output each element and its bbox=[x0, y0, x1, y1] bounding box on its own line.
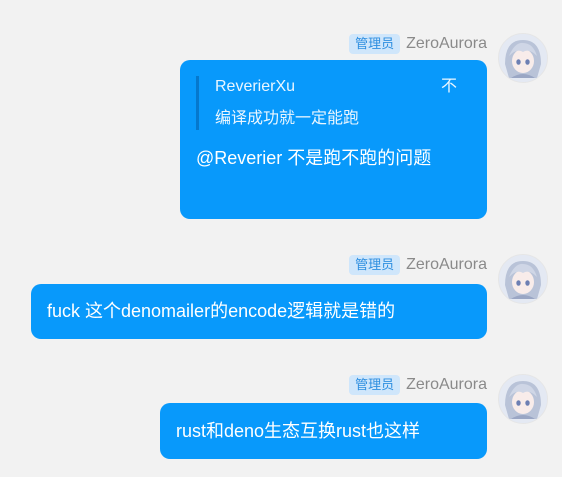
reply-quote[interactable]: ReverierXu 不 编译成功就一定能跑 bbox=[196, 76, 471, 130]
reply-header: ReverierXu 不 bbox=[215, 76, 471, 98]
reply-text: 编译成功就一定能跑 bbox=[215, 110, 360, 127]
reply-preview-tail: 不 bbox=[440, 78, 457, 95]
message-bubble[interactable]: rust和deno生态互换rust也这样 bbox=[160, 403, 487, 459]
anime-avatar-icon bbox=[499, 375, 547, 423]
message-bubble[interactable]: ReverierXu 不 编译成功就一定能跑 @Reverier 不是跑不跑的问… bbox=[180, 60, 487, 219]
sender-line: 管理员 ZeroAurora bbox=[349, 254, 487, 276]
anime-avatar-icon bbox=[499, 255, 547, 303]
reply-author: ReverierXu bbox=[215, 78, 296, 95]
message-item: 管理员 ZeroAurora rust和deno生态互换rust也这样 bbox=[0, 374, 562, 464]
avatar[interactable] bbox=[498, 254, 548, 304]
avatar[interactable] bbox=[498, 374, 548, 424]
sender-name[interactable]: ZeroAurora bbox=[406, 376, 487, 394]
sender-name[interactable]: ZeroAurora bbox=[406, 35, 487, 53]
chat-view: 管理员 ZeroAurora ReverierXu 不 编译成功就一定能跑 @R… bbox=[0, 0, 562, 477]
message-item: 管理员 ZeroAurora ReverierXu 不 编译成功就一定能跑 @R… bbox=[0, 33, 562, 223]
admin-badge: 管理员 bbox=[349, 34, 401, 54]
avatar[interactable] bbox=[498, 33, 548, 83]
admin-badge: 管理员 bbox=[349, 375, 401, 395]
sender-line: 管理员 ZeroAurora bbox=[349, 374, 487, 396]
admin-badge: 管理员 bbox=[349, 255, 401, 275]
message-text: @Reverier 不是跑不跑的问题 bbox=[196, 148, 432, 168]
sender-name[interactable]: ZeroAurora bbox=[406, 256, 487, 274]
anime-avatar-icon bbox=[499, 34, 547, 82]
message-text: fuck 这个denomailer的encode逻辑就是错的 bbox=[47, 301, 396, 321]
message-item: 管理员 ZeroAurora fuck 这个denomailer的encode逻… bbox=[0, 254, 562, 344]
message-bubble[interactable]: fuck 这个denomailer的encode逻辑就是错的 bbox=[31, 284, 487, 339]
sender-line: 管理员 ZeroAurora bbox=[349, 33, 487, 55]
message-text: rust和deno生态互换rust也这样 bbox=[176, 421, 421, 441]
